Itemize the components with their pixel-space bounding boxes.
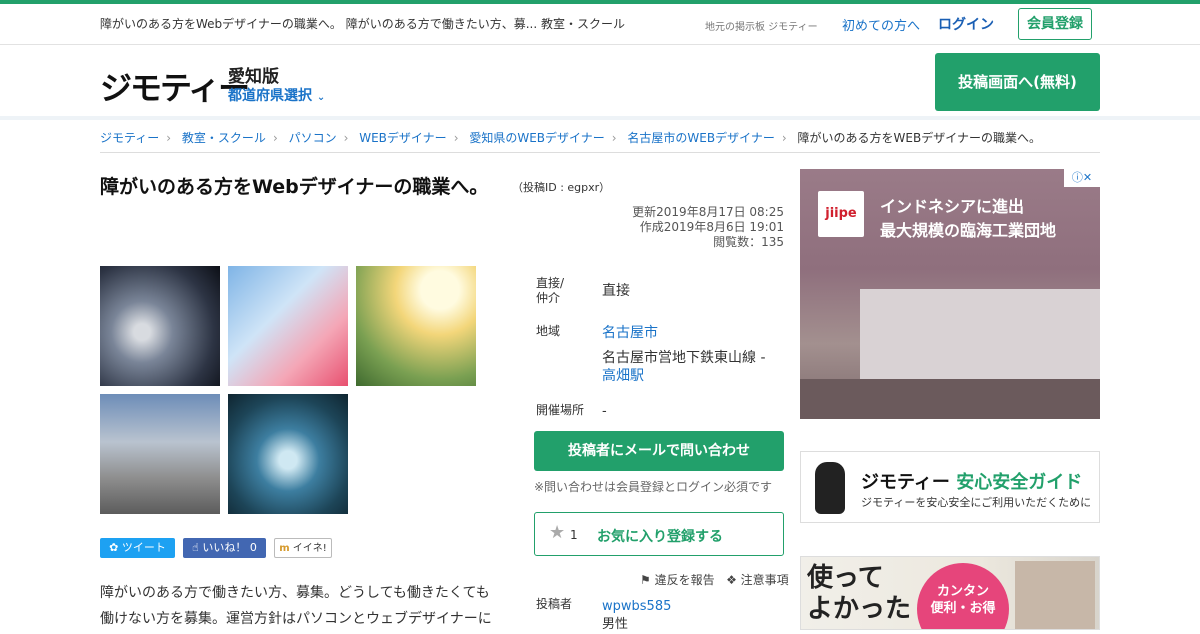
ad2-badge-line1: カンタン — [936, 584, 989, 599]
report-row: ⚑ 違反を報告 ❖ 注意事項 — [640, 571, 789, 588]
prefecture-select-label: 都道府県選択 — [228, 88, 312, 104]
breadcrumb-current: 障がいのある方をWEBデザイナーの職業へ。 — [797, 131, 1041, 145]
breadcrumb-item[interactable]: ジモティー — [100, 131, 159, 145]
top-bar: 障がいのある方をWebデザイナーの職業へ。 障がいのある方で働きたい方、募...… — [0, 0, 1200, 45]
area-city-link[interactable]: 名古屋市 — [602, 324, 658, 343]
ad2-badge: カンタン 便利・お得 — [917, 563, 1009, 629]
favorite-label: お気に入り登録する — [597, 529, 723, 545]
ad2-badge-line2: 便利・お得 — [930, 601, 996, 616]
ad-subheadline: 最大規模の臨海工業団地 — [880, 221, 1057, 240]
edition-label: 愛知版 — [228, 67, 279, 87]
breadcrumb-item[interactable]: パソコン — [289, 131, 337, 145]
contact-button[interactable]: 投稿者にメールで問い合わせ — [534, 431, 784, 471]
favorite-button[interactable]: ★ 1 お気に入り登録する — [534, 512, 784, 556]
ad-building-image — [860, 289, 1100, 379]
banner-ad-2[interactable]: 使って よかった カンタン便利・お得 — [800, 556, 1100, 630]
mixi-iine-button[interactable]: m イイネ! — [274, 538, 332, 558]
iine-label: イイネ! — [292, 543, 327, 554]
poster-label: 投稿者 — [536, 597, 573, 611]
listing-photo[interactable] — [356, 266, 476, 386]
prefecture-select[interactable]: 都道府県選択 ⌄ — [228, 85, 325, 105]
breadcrumb-item[interactable]: 教室・スクール — [182, 131, 266, 145]
banner-ad[interactable]: jiipe インドネシアに進出 最大規模の臨海工業団地 ⓘ✕ — [800, 169, 1100, 419]
thumbs-up-icon: ☝ — [192, 541, 199, 554]
updated-date: 更新2019年8月17日 08:25 — [632, 205, 784, 219]
first-time-link[interactable]: 初めての方へ — [842, 15, 920, 34]
ad-brand-logo: jiipe — [818, 191, 864, 237]
ad-ground-image — [800, 379, 1100, 419]
venue-value: - — [602, 404, 607, 419]
ad-choices-icon[interactable]: ⓘ✕ — [1064, 169, 1100, 187]
site-logo[interactable]: ジモティー — [100, 63, 250, 109]
breadcrumb-item[interactable]: 名古屋市のWEBデザイナー — [627, 131, 774, 145]
notice-label: 注意事項 — [740, 573, 789, 587]
listing-photo[interactable] — [228, 394, 348, 514]
created-date: 作成2019年8月6日 19:01 — [639, 220, 784, 234]
poster-gender: 男性 — [602, 617, 629, 632]
ad2-headline: 使って よかった — [807, 563, 911, 625]
like-count: 0 — [249, 541, 257, 554]
ad2-line2: よかった — [807, 594, 912, 624]
notice-link[interactable]: ❖ 注意事項 — [726, 573, 789, 587]
guide-title-rest: 安心安全ガイド — [956, 472, 1083, 493]
listing-photo[interactable] — [100, 266, 220, 386]
chevron-right-icon: › — [611, 131, 617, 145]
site-label: 地元の掲示板 ジモティー — [705, 22, 818, 33]
chevron-down-icon: ⌄ — [316, 92, 326, 103]
post-meta: 更新2019年8月17日 08:25 作成2019年8月6日 19:01 閲覧数… — [632, 205, 784, 250]
type-label: 直接/仲介 — [536, 276, 565, 305]
mascot-icon — [815, 462, 845, 514]
guide-title-brand: ジモティー — [861, 472, 950, 493]
safety-guide-banner[interactable]: ジモティー 安心安全ガイド ジモティーを安心安全にご利用いただくために — [800, 451, 1100, 523]
chevron-right-icon: › — [453, 131, 459, 145]
chevron-right-icon: › — [343, 131, 349, 145]
guide-title: ジモティー 安心安全ガイド — [861, 468, 1082, 494]
ad2-line1: 使って — [807, 563, 884, 593]
view-count: 閲覧数：135 — [713, 235, 784, 249]
login-link[interactable]: ログイン — [938, 14, 994, 34]
page-tagline: 障がいのある方をWebデザイナーの職業へ。 障がいのある方で働きたい方、募...… — [100, 17, 625, 31]
post-id: （投稿ID : egpxr） — [512, 181, 611, 194]
report-link[interactable]: ⚑ 違反を報告 — [640, 573, 715, 587]
area-label: 地域 — [536, 324, 561, 338]
star-icon: ★ — [549, 522, 566, 543]
breadcrumb-item[interactable]: 愛知県のWEBデザイナー — [469, 131, 604, 145]
info-icon: ❖ — [726, 573, 737, 587]
guide-subtitle: ジモティーを安心安全にご利用いただくために — [861, 496, 1092, 509]
listing-photo[interactable] — [100, 394, 220, 514]
chevron-right-icon: › — [272, 131, 278, 145]
area-station-link[interactable]: 高畑駅 — [602, 367, 644, 386]
favorite-count: 1 — [570, 528, 578, 542]
breadcrumb-item[interactable]: WEBデザイナー — [359, 131, 446, 145]
listing-description: 障がいのある方で働きたい方、募集。どうしても働きたくても働けない方を募集。運営方… — [100, 585, 492, 627]
report-label: 違反を報告 — [654, 573, 715, 587]
listing-photo[interactable] — [228, 266, 348, 386]
flag-icon: ⚑ — [640, 573, 651, 587]
ad-headline: インドネシアに進出 — [880, 197, 1025, 216]
ad2-person-image — [1015, 561, 1095, 629]
area-line: 名古屋市営地下鉄東山線 - — [602, 350, 766, 366]
contact-note: ※問い合わせは会員登録とログイン必須です — [534, 480, 773, 494]
like-label: いいね！ — [202, 541, 247, 554]
register-button[interactable]: 会員登録 — [1018, 8, 1092, 40]
site-header: ジモティー 愛知版 都道府県選択 ⌄ 投稿画面へ(無料) — [0, 45, 1200, 120]
tweet-button[interactable]: ✿ ツイート — [100, 538, 175, 558]
page-title: 障がいのある方をWebデザイナーの職業へ。 — [100, 176, 489, 198]
chevron-right-icon: › — [166, 131, 172, 145]
type-value: 直接 — [602, 283, 630, 299]
tweet-label: ツイート — [121, 541, 166, 554]
chevron-right-icon: › — [781, 131, 787, 145]
venue-label: 開催場所 — [536, 403, 585, 417]
facebook-like-button[interactable]: ☝ いいね！ 0 — [183, 538, 266, 558]
post-button[interactable]: 投稿画面へ(無料) — [935, 53, 1100, 111]
poster-name-link[interactable]: wpwbs585 — [602, 597, 671, 616]
twitter-bird-icon: ✿ — [109, 541, 119, 554]
mixi-icon: m — [279, 543, 290, 554]
breadcrumb: ジモティー › 教室・スクール › パソコン › WEBデザイナー › 愛知県のWEBデ… — [100, 129, 1100, 153]
